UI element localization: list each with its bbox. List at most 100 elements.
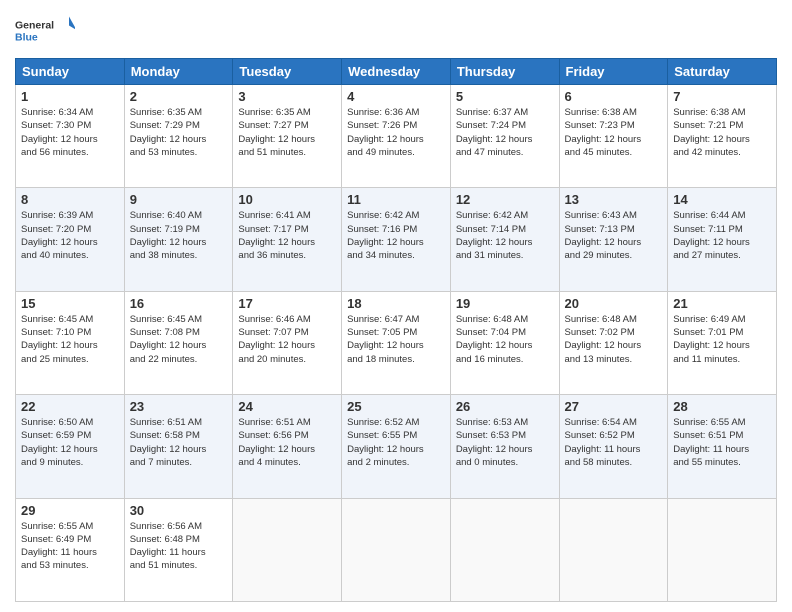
day-cell: 2Sunrise: 6:35 AM Sunset: 7:29 PM Daylig…	[124, 85, 233, 188]
day-info: Sunrise: 6:45 AM Sunset: 7:08 PM Dayligh…	[130, 313, 228, 366]
day-number: 14	[673, 192, 771, 207]
day-number: 29	[21, 503, 119, 518]
day-info: Sunrise: 6:37 AM Sunset: 7:24 PM Dayligh…	[456, 106, 554, 159]
svg-text:General: General	[15, 20, 54, 32]
day-cell: 11 Sunrise: 6:42 AM Sunset: 7:16 PM Dayli…	[342, 188, 451, 291]
day-number: 4	[347, 89, 445, 104]
day-info: Sunrise: 6:48 AM Sunset: 7:02 PM Dayligh…	[565, 313, 663, 366]
day-info: Sunrise: 6:50 AM Sunset: 6:59 PM Dayligh…	[21, 416, 119, 469]
week-row-1: 1Sunrise: 6:34 AM Sunset: 7:30 PM Daylig…	[16, 85, 777, 188]
day-number: 21	[673, 296, 771, 311]
day-cell: 8 Sunrise: 6:39 AM Sunset: 7:20 PM Daylig…	[16, 188, 125, 291]
page: General Blue SundayMondayTuesdayWednesda…	[0, 0, 792, 612]
day-number: 5	[456, 89, 554, 104]
day-info: Sunrise: 6:38 AM Sunset: 7:23 PM Dayligh…	[565, 106, 663, 159]
day-number: 24	[238, 399, 336, 414]
col-header-saturday: Saturday	[668, 59, 777, 85]
col-header-sunday: Sunday	[16, 59, 125, 85]
day-info: Sunrise: 6:34 AM Sunset: 7:30 PM Dayligh…	[21, 106, 119, 159]
day-cell: 21 Sunrise: 6:49 AM Sunset: 7:01 PM Dayli…	[668, 291, 777, 394]
day-cell: 9 Sunrise: 6:40 AM Sunset: 7:19 PM Daylig…	[124, 188, 233, 291]
day-cell: 5 Sunrise: 6:37 AM Sunset: 7:24 PM Daylig…	[450, 85, 559, 188]
day-info: Sunrise: 6:55 AM Sunset: 6:51 PM Dayligh…	[673, 416, 771, 469]
day-info: Sunrise: 6:49 AM Sunset: 7:01 PM Dayligh…	[673, 313, 771, 366]
day-number: 17	[238, 296, 336, 311]
day-cell	[342, 498, 451, 601]
day-cell: 13 Sunrise: 6:43 AM Sunset: 7:13 PM Dayli…	[559, 188, 668, 291]
day-number: 15	[21, 296, 119, 311]
day-number: 20	[565, 296, 663, 311]
day-cell	[559, 498, 668, 601]
day-number: 10	[238, 192, 336, 207]
day-info: Sunrise: 6:46 AM Sunset: 7:07 PM Dayligh…	[238, 313, 336, 366]
day-cell: 25Sunrise: 6:52 AM Sunset: 6:55 PM Dayli…	[342, 395, 451, 498]
svg-text:Blue: Blue	[15, 32, 38, 44]
day-cell: 29 Sunrise: 6:55 AM Sunset: 6:49 PM Dayli…	[16, 498, 125, 601]
day-cell: 7 Sunrise: 6:38 AM Sunset: 7:21 PM Daylig…	[668, 85, 777, 188]
day-info: Sunrise: 6:40 AM Sunset: 7:19 PM Dayligh…	[130, 209, 228, 262]
day-cell: 27 Sunrise: 6:54 AM Sunset: 6:52 PM Dayli…	[559, 395, 668, 498]
day-cell: 6 Sunrise: 6:38 AM Sunset: 7:23 PM Daylig…	[559, 85, 668, 188]
day-info: Sunrise: 6:41 AM Sunset: 7:17 PM Dayligh…	[238, 209, 336, 262]
day-number: 9	[130, 192, 228, 207]
day-info: Sunrise: 6:38 AM Sunset: 7:21 PM Dayligh…	[673, 106, 771, 159]
col-header-monday: Monday	[124, 59, 233, 85]
day-number: 27	[565, 399, 663, 414]
day-number: 11	[347, 192, 445, 207]
day-info: Sunrise: 6:52 AM Sunset: 6:55 PM Dayligh…	[347, 416, 445, 469]
col-header-friday: Friday	[559, 59, 668, 85]
logo-svg: General Blue	[15, 10, 75, 50]
day-cell: 18 Sunrise: 6:47 AM Sunset: 7:05 PM Dayli…	[342, 291, 451, 394]
day-number: 12	[456, 192, 554, 207]
day-cell: 20 Sunrise: 6:48 AM Sunset: 7:02 PM Dayli…	[559, 291, 668, 394]
week-row-3: 15Sunrise: 6:45 AM Sunset: 7:10 PM Dayli…	[16, 291, 777, 394]
day-info: Sunrise: 6:54 AM Sunset: 6:52 PM Dayligh…	[565, 416, 663, 469]
day-cell: 30 Sunrise: 6:56 AM Sunset: 6:48 PM Dayli…	[124, 498, 233, 601]
day-cell: 1Sunrise: 6:34 AM Sunset: 7:30 PM Daylig…	[16, 85, 125, 188]
day-number: 26	[456, 399, 554, 414]
col-header-thursday: Thursday	[450, 59, 559, 85]
week-row-5: 29 Sunrise: 6:55 AM Sunset: 6:49 PM Dayli…	[16, 498, 777, 601]
day-cell: 28 Sunrise: 6:55 AM Sunset: 6:51 PM Dayli…	[668, 395, 777, 498]
day-info: Sunrise: 6:42 AM Sunset: 7:16 PM Dayligh…	[347, 209, 445, 262]
day-info: Sunrise: 6:51 AM Sunset: 6:58 PM Dayligh…	[130, 416, 228, 469]
day-number: 16	[130, 296, 228, 311]
day-info: Sunrise: 6:47 AM Sunset: 7:05 PM Dayligh…	[347, 313, 445, 366]
day-info: Sunrise: 6:42 AM Sunset: 7:14 PM Dayligh…	[456, 209, 554, 262]
day-cell: 12 Sunrise: 6:42 AM Sunset: 7:14 PM Dayli…	[450, 188, 559, 291]
col-header-wednesday: Wednesday	[342, 59, 451, 85]
day-info: Sunrise: 6:44 AM Sunset: 7:11 PM Dayligh…	[673, 209, 771, 262]
day-cell: 19Sunrise: 6:48 AM Sunset: 7:04 PM Dayli…	[450, 291, 559, 394]
col-header-tuesday: Tuesday	[233, 59, 342, 85]
day-info: Sunrise: 6:55 AM Sunset: 6:49 PM Dayligh…	[21, 520, 119, 573]
day-number: 28	[673, 399, 771, 414]
day-number: 6	[565, 89, 663, 104]
day-number: 30	[130, 503, 228, 518]
day-info: Sunrise: 6:53 AM Sunset: 6:53 PM Dayligh…	[456, 416, 554, 469]
day-cell: 24 Sunrise: 6:51 AM Sunset: 6:56 PM Dayli…	[233, 395, 342, 498]
day-number: 13	[565, 192, 663, 207]
week-row-4: 22Sunrise: 6:50 AM Sunset: 6:59 PM Dayli…	[16, 395, 777, 498]
day-cell: 23 Sunrise: 6:51 AM Sunset: 6:58 PM Dayli…	[124, 395, 233, 498]
day-cell: 26 Sunrise: 6:53 AM Sunset: 6:53 PM Dayli…	[450, 395, 559, 498]
day-number: 18	[347, 296, 445, 311]
header: General Blue	[15, 10, 777, 50]
calendar-header-row: SundayMondayTuesdayWednesdayThursdayFrid…	[16, 59, 777, 85]
day-cell: 10 Sunrise: 6:41 AM Sunset: 7:17 PM Dayli…	[233, 188, 342, 291]
day-number: 8	[21, 192, 119, 207]
day-number: 7	[673, 89, 771, 104]
day-cell: 4Sunrise: 6:36 AM Sunset: 7:26 PM Daylig…	[342, 85, 451, 188]
day-info: Sunrise: 6:56 AM Sunset: 6:48 PM Dayligh…	[130, 520, 228, 573]
day-cell	[450, 498, 559, 601]
day-info: Sunrise: 6:51 AM Sunset: 6:56 PM Dayligh…	[238, 416, 336, 469]
day-cell: 14 Sunrise: 6:44 AM Sunset: 7:11 PM Dayli…	[668, 188, 777, 291]
day-number: 23	[130, 399, 228, 414]
day-info: Sunrise: 6:48 AM Sunset: 7:04 PM Dayligh…	[456, 313, 554, 366]
week-row-2: 8 Sunrise: 6:39 AM Sunset: 7:20 PM Daylig…	[16, 188, 777, 291]
day-info: Sunrise: 6:35 AM Sunset: 7:27 PM Dayligh…	[238, 106, 336, 159]
day-info: Sunrise: 6:35 AM Sunset: 7:29 PM Dayligh…	[130, 106, 228, 159]
day-cell: 22Sunrise: 6:50 AM Sunset: 6:59 PM Dayli…	[16, 395, 125, 498]
day-info: Sunrise: 6:43 AM Sunset: 7:13 PM Dayligh…	[565, 209, 663, 262]
day-cell: 15Sunrise: 6:45 AM Sunset: 7:10 PM Dayli…	[16, 291, 125, 394]
day-info: Sunrise: 6:39 AM Sunset: 7:20 PM Dayligh…	[21, 209, 119, 262]
